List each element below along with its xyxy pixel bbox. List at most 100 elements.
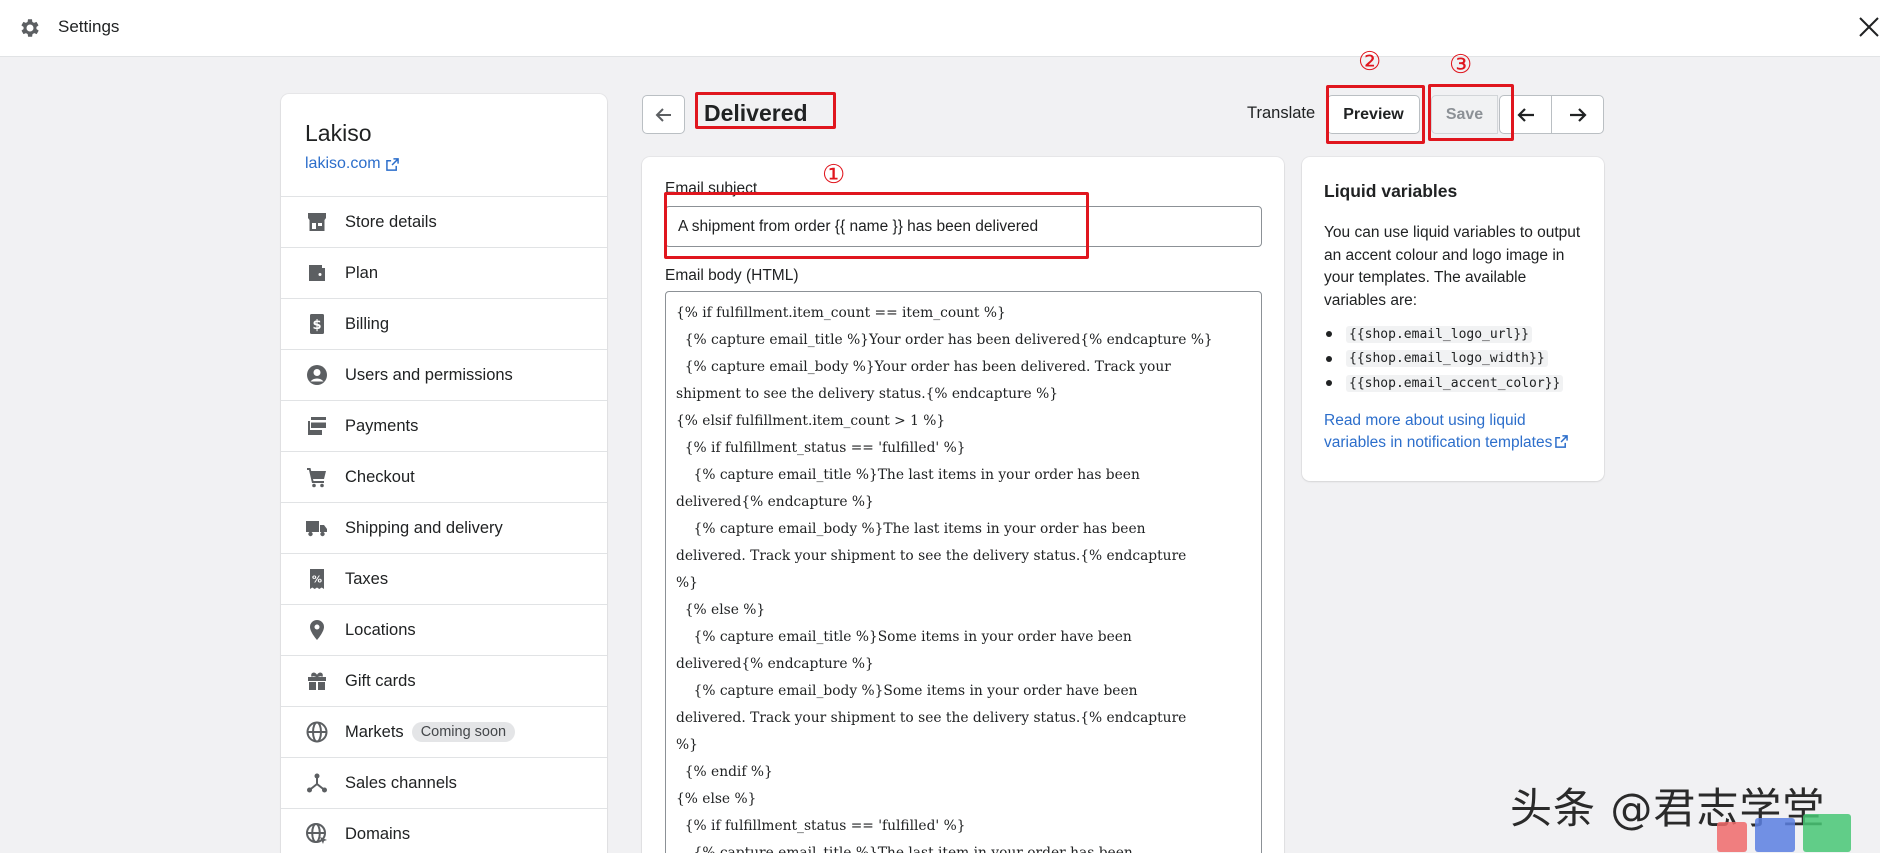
code-line: %} (676, 737, 698, 753)
location-icon (305, 618, 329, 642)
store-name: Lakiso (305, 120, 372, 146)
annotation-number-1: ① (822, 160, 846, 190)
annotation-number-2: ② (1358, 47, 1382, 77)
code-line: delivered. Track your shipment to see th… (676, 548, 1187, 564)
dollar-icon: $ (305, 312, 329, 336)
back-button[interactable] (642, 95, 685, 134)
email-body-textarea[interactable]: {% if fulfillment.item_count == item_cou… (665, 291, 1262, 853)
code-line: {% else %} (676, 602, 766, 618)
liquid-variables-description: You can use liquid variables to output a… (1324, 224, 1581, 309)
annotation-number-3: ③ (1449, 50, 1473, 80)
channels-icon (305, 771, 329, 795)
translate-button[interactable]: Translate (1247, 104, 1315, 123)
sidebar-item-label: Gift cards (345, 671, 416, 690)
code-line: {% capture email_title %}The last item i… (676, 845, 1133, 853)
sidebar-item-billing[interactable]: $ Billing (281, 298, 607, 349)
code-line: {% capture email_body %}Your order has b… (676, 359, 1171, 375)
svg-text:$: $ (312, 318, 321, 333)
sidebar-item-store-details[interactable]: Store details (281, 196, 607, 247)
list-item: {{shop.email_logo_url}} (1324, 322, 1582, 347)
code-line: delivered{% endcapture %} (676, 494, 874, 510)
code-line: delivered{% endcapture %} (676, 656, 874, 672)
code-line: {% else %} (676, 791, 757, 807)
tax-icon: % (305, 567, 329, 591)
external-link-icon (385, 157, 399, 171)
list-item: {{shop.email_accent_color}} (1324, 371, 1582, 396)
sidebar-item-label: Markets (345, 722, 404, 741)
annotation-box-subject (664, 192, 1089, 259)
gear-icon (18, 16, 42, 40)
store-link[interactable]: lakiso.com (305, 155, 399, 173)
code-line: {% capture email_body %}The last items i… (676, 521, 1146, 537)
settings-title: Settings (58, 17, 120, 36)
next-template-button[interactable] (1551, 96, 1603, 133)
email-template-card: Email subject Email body (HTML) {% if fu… (642, 157, 1284, 853)
sidebar-item-users[interactable]: Users and permissions (281, 349, 607, 400)
code-line: {% if fulfillment_status == 'fulfilled' … (676, 818, 966, 834)
settings-nav: Store details Plan $ Billing Users and p… (281, 196, 607, 853)
code-line: {% capture email_title %}Some items in y… (676, 629, 1132, 645)
variable-code: {{shop.email_accent_color}} (1346, 374, 1564, 392)
code-line: {% if fulfillment_status == 'fulfilled' … (676, 440, 966, 456)
arrow-right-icon (1569, 107, 1587, 122)
sidebar-item-label: Billing (345, 314, 390, 333)
domain-icon (305, 822, 329, 846)
code-line: %} (676, 575, 698, 591)
sidebar-item-label: Taxes (345, 569, 389, 588)
liquid-docs-link-label: Read more about using liquid variables i… (1324, 411, 1553, 451)
sidebar-item-label: Locations (345, 620, 416, 639)
code-line: shipment to see the delivery status.{% e… (676, 386, 1058, 402)
sidebar-item-shipping[interactable]: Shipping and delivery (281, 502, 607, 553)
sidebar-item-payments[interactable]: Payments (281, 400, 607, 451)
gift-icon (305, 669, 329, 693)
code-line: {% elsif fulfillment.item_count > 1 %} (676, 413, 946, 429)
annotation-box-title (695, 92, 836, 129)
top-bar: Settings (0, 0, 1880, 57)
sidebar-item-locations[interactable]: Locations (281, 604, 607, 655)
sidebar-item-checkout[interactable]: Checkout (281, 451, 607, 502)
sidebar-item-label: Plan (345, 263, 379, 282)
liquid-docs-link[interactable]: Read more about using liquid variables i… (1324, 410, 1582, 454)
code-line: {% endif %} (676, 764, 773, 780)
close-icon[interactable] (1856, 12, 1880, 42)
sidebar-item-label: Sales channels (345, 773, 457, 792)
sidebar-item-markets[interactable]: Markets Coming soon (281, 706, 607, 757)
variable-code: {{shop.email_logo_url}} (1346, 325, 1533, 343)
coming-soon-badge: Coming soon (411, 722, 516, 742)
annotation-box-preview (1326, 85, 1425, 144)
settings-sidebar: Lakiso lakiso.com Store details Plan $ B… (281, 94, 607, 853)
globe-icon (305, 720, 329, 744)
store-icon (305, 210, 329, 234)
sidebar-item-label: Domains (345, 824, 411, 843)
liquid-variables-title: Liquid variables (1324, 181, 1458, 201)
liquid-variables-list: {{shop.email_logo_url}} {{shop.email_log… (1324, 322, 1582, 396)
list-item: {{shop.email_logo_width}} (1324, 347, 1582, 372)
store-link-label: lakiso.com (305, 155, 381, 172)
template-pager (1499, 95, 1604, 134)
sidebar-item-gift-cards[interactable]: Gift cards (281, 655, 607, 706)
external-link-icon (1555, 434, 1569, 448)
sidebar-item-label: Store details (345, 212, 437, 231)
sidebar-item-label: Shipping and delivery (345, 518, 503, 537)
wallet-icon (305, 261, 329, 285)
payments-icon (305, 414, 329, 438)
truck-icon (305, 516, 329, 540)
watermark-logo (1717, 814, 1851, 852)
sidebar-item-domains[interactable]: Domains (281, 808, 607, 853)
annotation-box-save (1428, 84, 1514, 141)
code-line: {% capture email_title %}The last items … (676, 467, 1140, 483)
sidebar-item-label: Checkout (345, 467, 415, 486)
arrow-left-icon (1516, 107, 1534, 122)
code-line: {% capture email_title %}Your order has … (676, 332, 1213, 348)
code-line: {% capture email_body %}Some items in yo… (676, 683, 1138, 699)
liquid-variables-card: Liquid variables You can use liquid vari… (1302, 157, 1604, 481)
sidebar-item-plan[interactable]: Plan (281, 247, 607, 298)
svg-text:%: % (312, 575, 322, 586)
user-icon (305, 363, 329, 387)
sidebar-item-taxes[interactable]: % Taxes (281, 553, 607, 604)
email-body-label: Email body (HTML) (665, 267, 799, 284)
sidebar-item-label: Users and permissions (345, 365, 513, 384)
code-line: {% if fulfillment.item_count == item_cou… (676, 305, 1006, 321)
sidebar-item-sales-channels[interactable]: Sales channels (281, 757, 607, 808)
sidebar-item-label: Payments (345, 416, 419, 435)
